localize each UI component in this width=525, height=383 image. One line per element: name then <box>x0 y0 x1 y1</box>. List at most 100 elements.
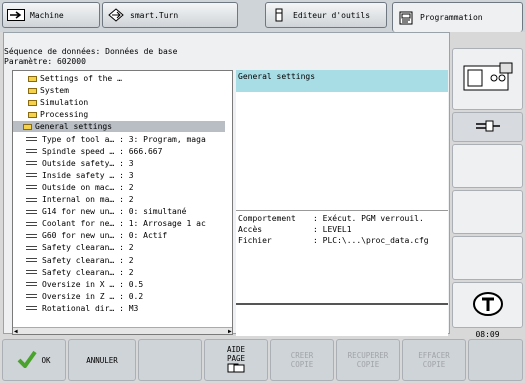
checkmark-icon <box>17 350 38 370</box>
tree-param-item[interactable]: Oversize in Z … : 0.2 <box>13 291 225 302</box>
softkey-empty-1[interactable] <box>452 144 523 188</box>
tree-param-item[interactable]: Rotational dir… : M3 <box>13 303 225 314</box>
tree-param-item[interactable]: G60 for new un… : 0: Actif <box>13 230 225 241</box>
parameter-icon <box>26 270 37 275</box>
attr-key-access: Accès <box>238 225 263 234</box>
tree-folder-item[interactable]: General settings <box>13 121 225 133</box>
scroll-right-icon[interactable]: ▶ <box>228 328 232 334</box>
parameter-icon <box>26 245 37 250</box>
tree-folder-item[interactable]: Processing <box>13 109 225 120</box>
parameter-icon <box>26 233 37 238</box>
parameter-icon <box>26 282 37 287</box>
softkey-empty-3[interactable] <box>452 236 523 280</box>
softkey-bottom-empty-2[interactable] <box>468 339 523 381</box>
tab-tool-editor-label: Editeur d'outils <box>293 10 371 20</box>
tree-item-label: Rotational dir… : M3 <box>42 303 139 313</box>
ok-button[interactable]: OK <box>2 339 66 381</box>
programming-icon <box>397 11 415 24</box>
create-copy-label: CREER COPIE <box>290 351 314 369</box>
parameter-icon <box>26 173 37 178</box>
info-attributes: Comportement : Exécut. PGM verrouil. Acc… <box>236 210 448 303</box>
tree-param-item[interactable]: Type of tool a… : 3: Program, maga <box>13 134 225 145</box>
tree-item-label: Safety clearan… : 2 <box>42 243 134 253</box>
tool-editor-icon <box>270 8 288 22</box>
tree-item-label: Oversize in Z … : 0.2 <box>42 291 144 301</box>
attr-value-access: : LEVEL1 <box>313 225 352 234</box>
parameter-icon <box>26 137 37 141</box>
cancel-button[interactable]: ANNULER <box>68 339 136 381</box>
create-copy-button[interactable]: CREER COPIE <box>270 339 334 381</box>
tab-smart-turn-label: smart.Turn <box>130 10 179 20</box>
parameter-icon <box>26 185 37 190</box>
delete-copy-label: EFFACER COPIE <box>418 351 450 369</box>
help-page-button[interactable]: AIDE PAGE <box>204 339 268 381</box>
tree-param-item[interactable]: Oversize in X … : 0.5 <box>13 279 225 290</box>
attr-value-behavior: : Exécut. PGM verrouil. <box>313 214 424 223</box>
tree-param-item[interactable]: Safety clearan… : 2 <box>13 242 225 253</box>
attr-key-file: Fichier <box>238 236 272 245</box>
parameter-icon <box>26 306 37 311</box>
tree-item-label: Simulation <box>40 98 89 108</box>
info-title-bar: General settings <box>236 70 448 92</box>
data-sequence-title: Séquence de données: Données de base <box>4 47 178 56</box>
tree-folder-item[interactable]: System <box>13 85 225 96</box>
tree-item-label: Settings of the … <box>40 74 122 83</box>
folder-icon <box>28 75 37 82</box>
machine-arrow-icon <box>7 9 25 21</box>
tree-param-item[interactable]: G14 for new un… : 0: simultané <box>13 206 225 217</box>
ok-label: OK <box>41 355 51 365</box>
tree-param-item[interactable]: Spindle speed … : 666.667 <box>13 146 225 157</box>
plug-icon <box>474 119 502 135</box>
tree-item-label: Safety clearan… : 2 <box>42 267 134 277</box>
parameter-icon <box>26 209 37 214</box>
tree-param-item[interactable]: Safety clearan… : 2 <box>13 267 225 278</box>
tab-programming-label: Programmation <box>420 13 483 22</box>
smart-turn-icon <box>107 8 125 22</box>
softkey-empty-2[interactable] <box>452 190 523 234</box>
tree-item-label: Oversize in X … : 0.5 <box>42 279 144 289</box>
tree-item-label: Outside on mac… : 2 <box>42 182 134 192</box>
tool-t-icon <box>471 290 505 320</box>
info-description-area <box>236 92 448 210</box>
tree-item-label: Spindle speed … : 666.667 <box>42 146 163 156</box>
tree-item-label: Coolant for ne… : 1: Arrosage 1 ac <box>42 219 206 229</box>
tab-machine[interactable]: Machine <box>2 2 100 28</box>
restore-copy-button[interactable]: RECUPERER COPIE <box>336 339 400 381</box>
tree-param-item[interactable]: Inside safety … : 3 <box>13 170 225 181</box>
parameter-icon <box>26 221 37 226</box>
tree-param-item[interactable]: Safety clearan… : 2 <box>13 255 225 266</box>
folder-icon <box>28 99 37 106</box>
tab-programming[interactable]: Programmation <box>392 2 523 32</box>
softkey-plug[interactable] <box>452 112 523 142</box>
parameter-number: Paramètre: 602000 <box>4 57 86 66</box>
scroll-left-icon[interactable]: ◀ <box>14 328 18 334</box>
restore-copy-label: RECUPERER COPIE <box>347 351 389 369</box>
delete-copy-button[interactable]: EFFACER COPIE <box>402 339 466 381</box>
tab-smart-turn[interactable]: smart.Turn <box>102 2 238 28</box>
softkey-bottom-empty-1[interactable] <box>138 339 202 381</box>
parameter-tree[interactable]: Settings of the … System Simulation Process… <box>12 70 233 335</box>
tab-machine-label: Machine <box>30 10 64 20</box>
folder-icon <box>28 87 37 94</box>
tree-item-label: Type of tool a… : 3: Program, maga <box>42 134 206 144</box>
input-line[interactable] <box>236 303 448 336</box>
tree-item-label: Safety clearan… : 2 <box>42 255 134 265</box>
tree-param-item[interactable]: Outside on mac… : 2 <box>13 182 225 193</box>
tree-folder-item[interactable]: Settings of the … <box>13 73 225 84</box>
tab-tool-editor[interactable]: Editeur d'outils <box>265 2 387 28</box>
tree-item-label: Inside safety … : 3 <box>42 170 134 180</box>
help-page-label: AIDE PAGE <box>226 345 246 363</box>
tree-horizontal-scrollbar[interactable]: ◀ ▶ <box>13 327 232 334</box>
tree-param-item[interactable]: Internal on ma… : 2 <box>13 194 225 205</box>
tree-item-label: System <box>40 86 69 96</box>
tree-param-item[interactable]: Coolant for ne… : 1: Arrosage 1 ac <box>13 218 225 229</box>
tree-param-item[interactable]: Outside safety… : 3 <box>13 158 225 169</box>
machine-view-icon <box>462 62 514 96</box>
help-page-icon <box>227 363 245 375</box>
softkey-tool-T[interactable] <box>452 282 523 328</box>
tree-folder-item[interactable]: Simulation <box>13 97 225 108</box>
tree-item-label: Outside safety… : 3 <box>42 158 134 168</box>
tree-item-label: Internal on ma… : 2 <box>42 195 134 204</box>
softkey-machine-view[interactable] <box>452 48 523 110</box>
parameter-icon <box>26 161 37 166</box>
